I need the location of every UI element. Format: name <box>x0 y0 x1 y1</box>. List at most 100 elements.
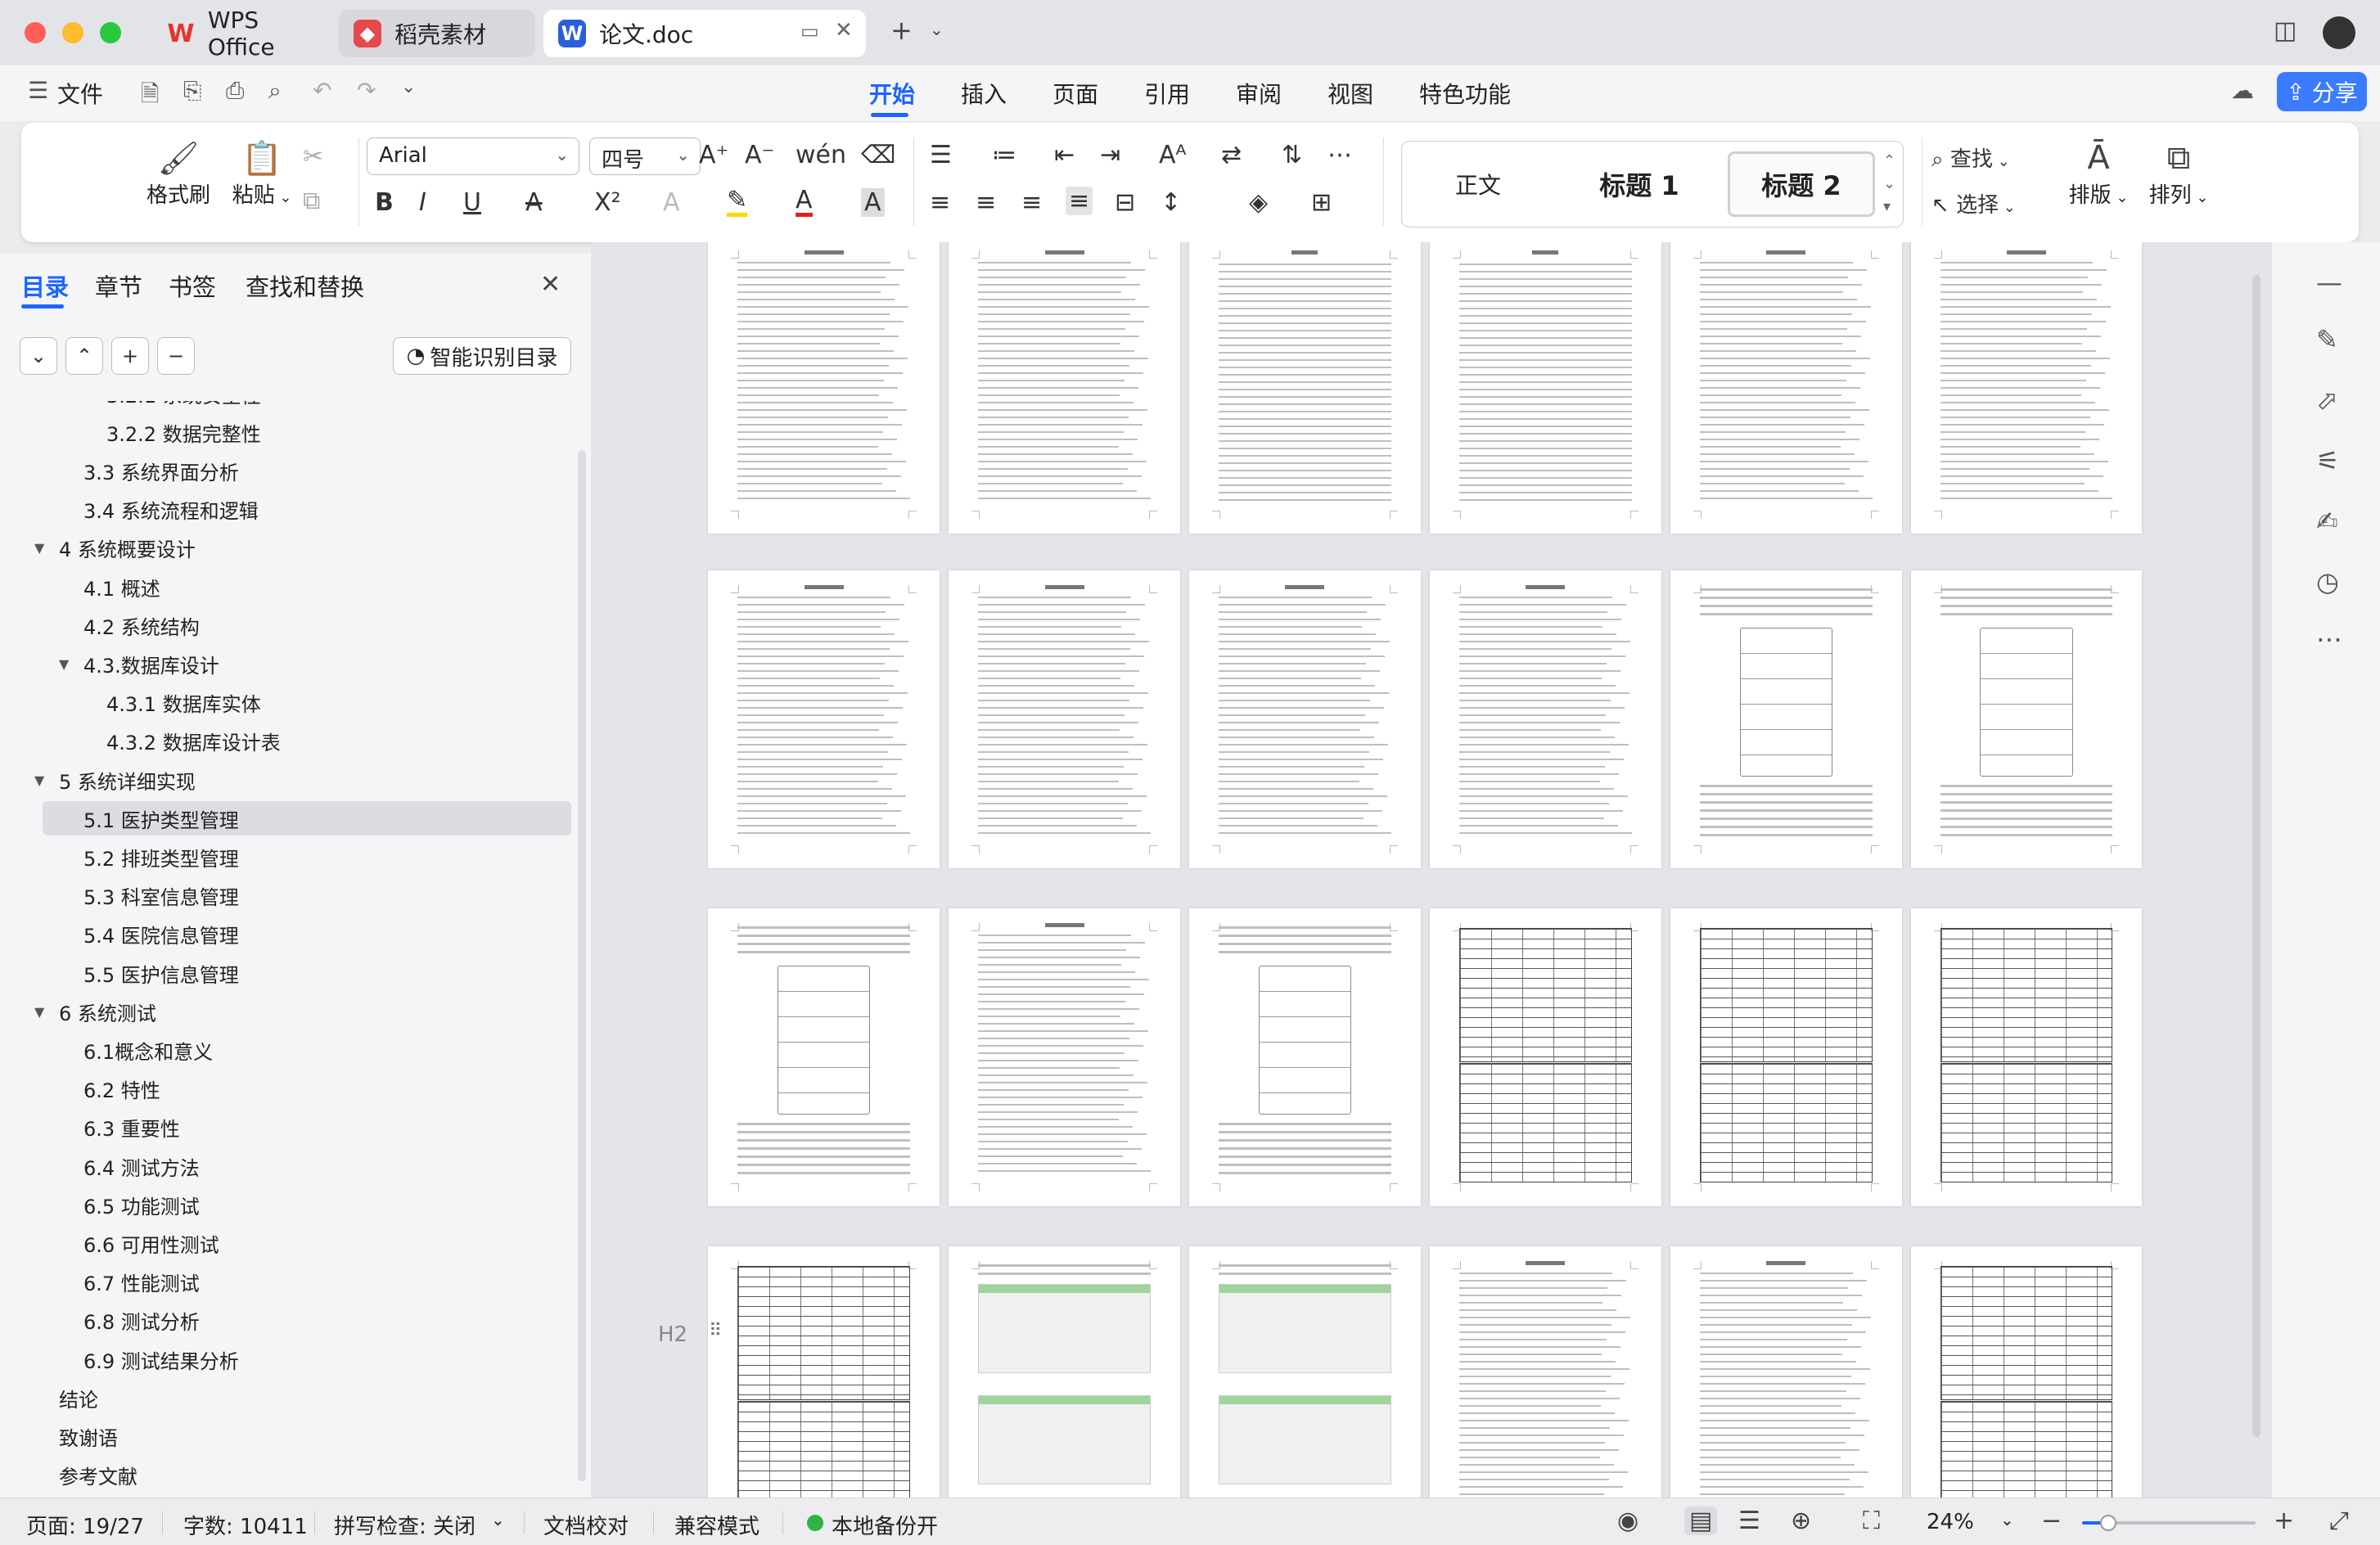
decrease-indent-icon[interactable]: ⇤ <box>1054 141 1075 169</box>
collapse-down-button[interactable]: ⌄ <box>20 337 57 375</box>
document-page[interactable] <box>708 1245 940 1498</box>
arrange-button[interactable]: ⧉ 排列 ⌄ <box>2144 139 2213 209</box>
toc-item[interactable]: 5.2 排班类型管理 <box>0 840 571 874</box>
minus-icon[interactable]: — <box>2316 267 2342 298</box>
text-direction-icon[interactable]: ⇄ <box>1221 141 1242 169</box>
bullet-list-icon[interactable]: ☰ <box>930 141 952 169</box>
toc-item[interactable]: 4.3.2 数据库设计表 <box>0 724 571 759</box>
close-tab-icon[interactable]: ✕ <box>835 18 853 43</box>
increase-indent-icon[interactable]: ⇥ <box>1100 141 1120 169</box>
remove-heading-button[interactable]: − <box>157 337 195 375</box>
toc-item[interactable]: 5.5 医护信息管理 <box>0 956 571 990</box>
find-button[interactable]: ⌕ 查找 ⌄ <box>1931 142 2010 173</box>
fit-page-icon[interactable]: ⛶ <box>1863 1507 1880 1535</box>
chevron-down-icon[interactable]: ⌄ <box>2000 1510 2014 1529</box>
save-icon[interactable]: 🗎 <box>141 77 160 116</box>
show-marks-icon[interactable]: ⋯ <box>1327 141 1352 169</box>
toc-item[interactable]: ▼ 6 系统测试 <box>0 994 571 1029</box>
gallery-scroll-icon[interactable]: ⌃ ⌄ ▾ <box>1883 150 1895 218</box>
paste-button[interactable]: 📋 粘贴 ⌄ <box>228 139 296 209</box>
eye-icon[interactable]: ◉ <box>1617 1507 1639 1535</box>
nav-tab-find-replace[interactable]: 查找和替换 <box>246 268 364 303</box>
grow-font-icon[interactable]: A⁺ <box>699 141 728 169</box>
document-page[interactable] <box>1429 570 1661 869</box>
print-icon[interactable]: ⎙ <box>226 77 244 105</box>
toc-item[interactable]: 6.9 测试结果分析 <box>0 1342 571 1376</box>
pen-icon[interactable]: ✎ <box>2316 324 2338 355</box>
toc-item[interactable]: 4.2 系统结构 <box>0 608 571 642</box>
share-button[interactable]: ⇪ 分享 <box>2277 72 2367 111</box>
page-indicator[interactable]: 页面: 19/27 <box>26 1510 144 1540</box>
outline-view-icon[interactable]: ☰ <box>1738 1507 1760 1535</box>
file-menu[interactable]: 文件 <box>57 77 103 110</box>
document-proofing[interactable]: 文档校对 <box>543 1510 629 1540</box>
style-heading-1[interactable]: 标题 1 <box>1557 151 1721 217</box>
document-page[interactable] <box>1189 570 1421 869</box>
fullscreen-icon[interactable]: ⤢ <box>2329 1507 2349 1535</box>
smart-toc-button[interactable]: ◔ 智能识别目录 <box>393 337 571 375</box>
toc-item[interactable]: 6.2 特性 <box>0 1072 571 1106</box>
toc-item[interactable]: 3.3 系统界面分析 <box>0 453 571 488</box>
nav-tab-toc[interactable]: 目录 <box>21 268 69 303</box>
align-center-icon[interactable]: ≡ <box>976 188 996 217</box>
document-page[interactable] <box>1429 1245 1661 1498</box>
distribute-icon[interactable]: ⊟ <box>1115 188 1135 217</box>
nav-tab-bookmarks[interactable]: 书签 <box>169 268 216 303</box>
copy-icon[interactable]: ⧉ <box>303 187 320 215</box>
text-effect-icon[interactable]: A <box>663 188 680 217</box>
document-page[interactable] <box>1670 242 1902 534</box>
borders-icon[interactable]: ⊞ <box>1311 188 1332 217</box>
nav-scrollbar[interactable] <box>578 450 586 1481</box>
toc-item[interactable]: 6.7 性能测试 <box>0 1265 571 1300</box>
shrink-font-icon[interactable]: A⁻ <box>745 141 774 169</box>
select-button[interactable]: ↖ 选择 ⌄ <box>1931 188 2016 218</box>
strikethrough-icon[interactable]: A <box>525 188 543 217</box>
undo-icon[interactable]: ↶ <box>313 77 331 104</box>
spell-check-toggle[interactable]: 拼写检查: 关闭 <box>334 1510 476 1540</box>
toc-item[interactable]: 6.6 可用性测试 <box>0 1226 571 1260</box>
document-page[interactable] <box>708 570 940 869</box>
toc-item[interactable]: 4.3.1 数据库实体 <box>0 686 571 720</box>
history-icon[interactable]: ◷ <box>2316 566 2339 597</box>
adjust-icon[interactable]: ⚟ <box>2316 445 2340 476</box>
redo-icon[interactable]: ↷ <box>357 77 376 104</box>
document-page[interactable] <box>949 908 1180 1207</box>
expand-arrow-icon[interactable]: ▼ <box>34 1004 44 1020</box>
layout-button[interactable]: Ā 排版 ⌄ <box>2064 139 2133 209</box>
chevron-down-icon[interactable]: ⌄ <box>491 1510 505 1529</box>
chevron-down-icon[interactable]: ⌄ <box>401 77 416 97</box>
document-page[interactable] <box>708 908 940 1207</box>
zoom-in-icon[interactable]: + <box>2274 1507 2294 1535</box>
highlight-icon[interactable]: ✎ <box>727 188 748 217</box>
chevron-down-icon[interactable]: ⌄ <box>930 20 944 39</box>
toc-item[interactable]: 6.3 重要性 <box>0 1110 571 1145</box>
change-case-icon[interactable]: Aᴬ <box>1159 141 1186 169</box>
format-painter-button[interactable]: 🖌 格式刷 <box>144 139 213 209</box>
document-page[interactable] <box>1429 242 1661 534</box>
font-color-icon[interactable]: A <box>796 188 813 217</box>
drag-handle-icon[interactable]: ⠿ <box>709 1321 722 1341</box>
more-icon[interactable]: ⋯ <box>2316 624 2342 655</box>
line-spacing-icon[interactable]: ↕ <box>1161 188 1181 217</box>
new-tab-icon[interactable]: + <box>890 15 913 46</box>
numbered-list-icon[interactable]: ≔ <box>992 141 1016 169</box>
font-size-select[interactable]: 四号 ⌄ <box>589 137 701 175</box>
menu-review[interactable]: 审阅 <box>1236 77 1282 110</box>
cloud-icon[interactable]: ☁ <box>2231 77 2254 104</box>
toc-item[interactable]: 6.4 测试方法 <box>0 1149 571 1183</box>
document-page[interactable] <box>1910 570 2143 869</box>
bold-icon[interactable]: B <box>375 188 394 217</box>
style-heading-2[interactable]: 标题 2 <box>1728 151 1875 217</box>
document-page[interactable] <box>949 1245 1180 1498</box>
char-shading-icon[interactable]: A <box>861 188 885 217</box>
cut-icon[interactable]: ✂ <box>303 142 323 171</box>
close-pane-icon[interactable]: ✕ <box>540 270 561 299</box>
tab-docer[interactable]: ◆ 稻壳素材 <box>339 10 535 57</box>
toc-item[interactable]: 6.8 测试分析 <box>0 1304 571 1338</box>
toc-item[interactable]: 3.2.1 系统安全性 <box>0 401 571 411</box>
zoom-out-icon[interactable]: − <box>2041 1507 2062 1535</box>
toc-item[interactable]: 6.5 功能测试 <box>0 1187 571 1222</box>
toc-item[interactable]: 致谢语 <box>0 1419 571 1453</box>
clear-format-icon[interactable]: ⌫ <box>861 141 895 169</box>
document-page[interactable] <box>1670 1245 1902 1498</box>
